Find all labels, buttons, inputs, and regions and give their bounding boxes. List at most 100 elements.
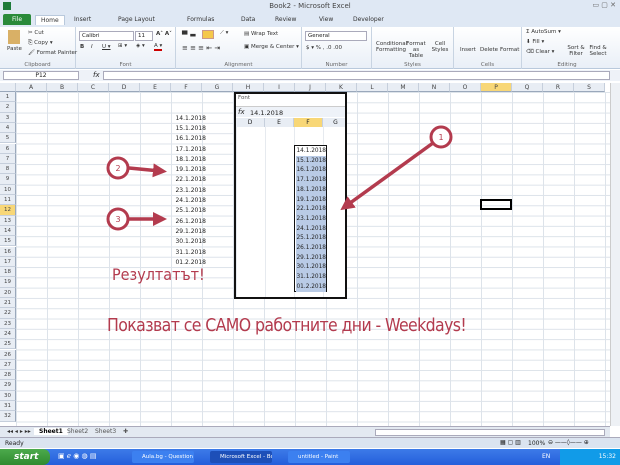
tab-view[interactable]: View <box>314 15 338 24</box>
row-header-8[interactable]: 8 <box>0 164 16 175</box>
column-header-Q[interactable]: Q <box>512 83 543 92</box>
horizontal-scrollbar[interactable] <box>375 429 605 436</box>
row-header-6[interactable]: 6 <box>0 143 16 154</box>
bold-button[interactable]: B <box>80 44 84 50</box>
number-format-select[interactable]: General <box>305 31 367 41</box>
column-header-M[interactable]: M <box>388 83 419 92</box>
vertical-scrollbar[interactable] <box>610 83 620 426</box>
format-as-table-button[interactable]: Format as Table <box>405 41 427 59</box>
row-header-5[interactable]: 5 <box>0 133 16 144</box>
row-header-28[interactable]: 28 <box>0 370 16 381</box>
column-header-K[interactable]: K <box>326 83 357 92</box>
row-header-22[interactable]: 22 <box>0 308 16 319</box>
font-color-button[interactable]: A ▾ <box>154 43 163 51</box>
insert-function-button[interactable]: fx <box>93 71 100 79</box>
date-cell[interactable]: 26.1.2018 <box>171 218 206 225</box>
column-header-I[interactable]: I <box>264 83 295 92</box>
delete-button[interactable]: Delete <box>480 47 498 53</box>
paste-button[interactable]: Paste <box>7 46 22 52</box>
italic-button[interactable]: I <box>91 44 93 50</box>
fill-color-button[interactable]: ◈ ▾ <box>136 43 145 49</box>
row-header-14[interactable]: 14 <box>0 225 16 237</box>
column-header-A[interactable]: A <box>16 83 47 92</box>
align-top-button[interactable]: ▀ ▬ <box>182 31 196 39</box>
column-header-F[interactable]: F <box>171 83 202 92</box>
sheet-tab-2[interactable]: Sheet2 <box>62 428 93 435</box>
insert-sheet-icon[interactable]: ✚ <box>118 428 133 435</box>
column-header-H[interactable]: H <box>233 83 264 92</box>
font-name-select[interactable]: Calibri <box>79 31 134 41</box>
find-select-button[interactable]: Find & Select <box>587 45 609 57</box>
underline-button[interactable]: U ▾ <box>102 44 111 50</box>
column-header-O[interactable]: O <box>450 83 481 92</box>
row-header-7[interactable]: 7 <box>0 153 16 165</box>
task-aula[interactable]: Aula.bg - Question - ... <box>132 451 194 463</box>
row-header-23[interactable]: 23 <box>0 318 16 329</box>
date-cell[interactable]: 30.1.2018 <box>171 238 206 245</box>
sheet-tab-3[interactable]: Sheet3 <box>90 428 121 435</box>
merge-center-button[interactable]: ▣ Merge & Center ▾ <box>244 44 299 50</box>
column-header-J[interactable]: J <box>295 83 326 92</box>
grow-font-button[interactable]: A˄ A˅ <box>156 31 172 37</box>
view-buttons[interactable]: ▦ ▢ ▥ <box>500 439 521 446</box>
fill-button[interactable]: ⬇ Fill ▾ <box>526 39 544 45</box>
orientation-button[interactable]: ⟋ ▾ <box>220 30 228 37</box>
select-all-button[interactable] <box>0 83 16 92</box>
sheet-nav-buttons[interactable]: ◂◂ ◂ ▸ ▸▸ <box>2 428 36 435</box>
sort-filter-button[interactable]: Sort & Filter <box>566 45 586 57</box>
row-header-12[interactable]: 12 <box>0 205 16 216</box>
language-indicator[interactable]: EN <box>542 449 550 465</box>
column-header-G[interactable]: G <box>202 83 233 92</box>
column-header-E[interactable]: E <box>140 83 171 92</box>
row-header-29[interactable]: 29 <box>0 380 16 391</box>
column-header-L[interactable]: L <box>357 83 388 92</box>
tab-insert[interactable]: Insert <box>69 15 96 24</box>
row-header-3[interactable]: 3 <box>0 112 16 123</box>
column-header-C[interactable]: C <box>78 83 109 92</box>
date-cell[interactable]: 18.1.2018 <box>171 156 206 163</box>
insert-button[interactable]: Insert <box>460 47 476 53</box>
date-cell[interactable]: 15.1.2018 <box>171 125 206 132</box>
borders-button[interactable]: ⊞ ▾ <box>118 43 127 49</box>
formula-input[interactable] <box>103 71 610 80</box>
row-header-17[interactable]: 17 <box>0 256 16 268</box>
row-header-13[interactable]: 13 <box>0 215 16 226</box>
row-header-1[interactable]: 1 <box>0 92 16 103</box>
conditional-formatting-button[interactable]: Conditional Formatting <box>376 41 407 53</box>
active-cell-p12[interactable] <box>480 199 512 210</box>
date-cell[interactable]: 24.1.2018 <box>171 197 206 204</box>
tab-page-layout[interactable]: Page Layout <box>113 15 160 24</box>
row-header-10[interactable]: 10 <box>0 184 16 195</box>
date-cell[interactable]: 16.1.2018 <box>171 135 206 142</box>
row-header-15[interactable]: 15 <box>0 236 16 247</box>
row-header-21[interactable]: 21 <box>0 298 16 309</box>
row-header-31[interactable]: 31 <box>0 401 16 412</box>
tab-developer[interactable]: Developer <box>348 15 389 24</box>
copy-button[interactable]: ⎘ Copy ▾ <box>28 40 53 47</box>
font-size-select[interactable]: 11 <box>135 31 153 41</box>
tab-review[interactable]: Review <box>270 15 301 24</box>
date-cell[interactable]: 25.1.2018 <box>171 207 206 214</box>
quick-launch-icons[interactable]: ▣ ℯ ◉ ◍ ▤ <box>58 452 97 460</box>
start-button[interactable]: start <box>0 449 50 465</box>
date-cell[interactable]: 14.1.2018 <box>171 115 206 122</box>
date-cell[interactable]: 22.1.2018 <box>171 176 206 183</box>
name-box[interactable]: P12 <box>3 71 79 80</box>
row-header-20[interactable]: 20 <box>0 287 16 298</box>
task-excel[interactable]: Microsoft Excel - Book2 <box>210 451 272 463</box>
currency-button[interactable]: $ ▾ % , .0 .00 <box>306 45 342 51</box>
row-header-24[interactable]: 24 <box>0 328 16 340</box>
align-bottom-button[interactable] <box>202 30 214 39</box>
row-header-32[interactable]: 32 <box>0 411 16 422</box>
row-header-25[interactable]: 25 <box>0 339 16 350</box>
row-header-18[interactable]: 18 <box>0 267 16 278</box>
row-header-30[interactable]: 30 <box>0 390 16 401</box>
date-cell[interactable]: 23.1.2018 <box>171 187 206 194</box>
cell-styles-button[interactable]: Cell Styles <box>429 41 451 53</box>
tab-data[interactable]: Data <box>236 15 260 24</box>
tab-home[interactable]: Home <box>35 15 65 25</box>
row-header-16[interactable]: 16 <box>0 246 16 257</box>
cut-button[interactable]: ✂ Cut <box>28 30 44 36</box>
clear-button[interactable]: ⌫ Clear ▾ <box>526 49 554 55</box>
column-header-R[interactable]: R <box>543 83 574 92</box>
